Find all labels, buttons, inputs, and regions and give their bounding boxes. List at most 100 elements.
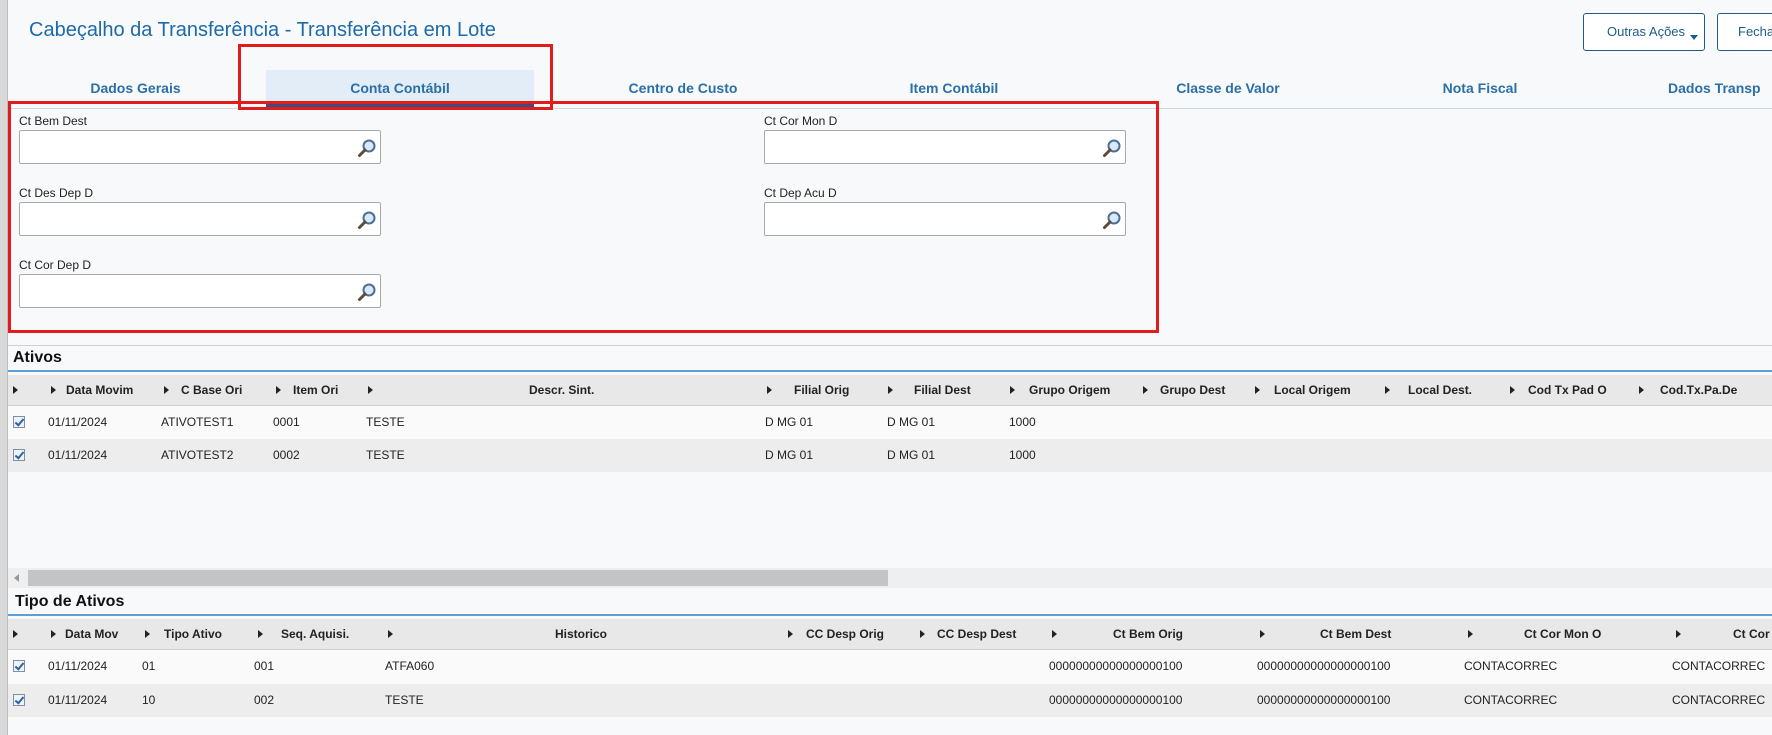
col-header[interactable]: Historico — [555, 619, 607, 649]
column-menu-icon[interactable] — [1052, 630, 1057, 638]
col-header[interactable]: Ct Cor Mon O — [1524, 619, 1601, 649]
cell-data-mov: 01/11/2024 — [48, 693, 108, 707]
cell-ct-bem-dest: 00000000000000000100 — [1257, 693, 1391, 707]
column-menu-icon[interactable] — [1468, 630, 1473, 638]
cell-filial-orig: D MG 01 — [765, 415, 814, 429]
scrollbar-thumb[interactable] — [28, 570, 888, 586]
cell-item-ori: 0001 — [273, 415, 300, 429]
search-icon[interactable] — [1102, 138, 1122, 158]
ct-des-dep-d-label: Ct Des Dep D — [19, 186, 94, 200]
cell-grupo-origem: 1000 — [1009, 448, 1036, 462]
search-icon[interactable] — [357, 210, 377, 230]
row-checkbox[interactable] — [13, 449, 25, 461]
ct-cor-mon-d-field[interactable] — [764, 130, 1126, 164]
col-header[interactable]: Data Movim — [66, 375, 133, 405]
row-checkbox[interactable] — [13, 694, 25, 706]
row-checkbox[interactable] — [13, 416, 25, 428]
search-icon[interactable] — [357, 138, 377, 158]
cell-c-base-ori: ATIVOTEST2 — [161, 448, 234, 462]
tipo-ativos-grid-header: Data Mov Tipo Ativo Seq. Aquisi. Histori… — [8, 619, 1772, 650]
col-header[interactable]: CC Desp Orig — [806, 619, 884, 649]
column-menu-icon[interactable] — [1260, 630, 1265, 638]
tab-nota-fiscal[interactable]: Nota Fiscal — [1380, 70, 1580, 106]
cell-descr-sint: TESTE — [366, 448, 405, 462]
cell-filial-dest: D MG 01 — [887, 415, 936, 429]
col-header[interactable]: Item Ori — [293, 375, 338, 405]
table-row[interactable]: 01/11/2024 ATIVOTEST1 0001 TESTE D MG 01… — [8, 406, 1772, 439]
cell-ct-bem-orig: 00000000000000000100 — [1049, 659, 1183, 673]
column-menu-icon[interactable] — [13, 630, 18, 638]
col-header[interactable]: Local Origem — [1274, 375, 1351, 405]
ct-dep-acu-d-field[interactable] — [764, 202, 1126, 236]
cell-data-movim: 01/11/2024 — [48, 415, 108, 429]
search-icon[interactable] — [1102, 210, 1122, 230]
col-header[interactable]: Cod Tx Pad O — [1528, 375, 1607, 405]
column-menu-icon[interactable] — [1143, 386, 1148, 394]
column-menu-icon[interactable] — [788, 630, 793, 638]
cell-ct-cor-mon-o: CONTACORREC — [1464, 693, 1558, 707]
ct-cor-dep-d-input[interactable] — [24, 275, 348, 307]
search-icon[interactable] — [357, 282, 377, 302]
column-menu-icon[interactable] — [1639, 386, 1644, 394]
cell-descr-sint: TESTE — [366, 415, 405, 429]
outras-acoes-button[interactable]: Outras Ações — [1583, 13, 1705, 51]
ct-bem-dest-input[interactable] — [24, 131, 348, 163]
col-header[interactable]: CC Desp Dest — [937, 619, 1016, 649]
ativos-grid-header: Data Movim C Base Ori Item Ori Descr. Si… — [8, 375, 1772, 406]
ct-dep-acu-d-label: Ct Dep Acu D — [764, 186, 837, 200]
scroll-left-icon[interactable] — [14, 574, 19, 582]
col-header[interactable]: Ct Cor — [1733, 619, 1770, 649]
ct-bem-dest-field[interactable] — [19, 130, 381, 164]
col-header[interactable]: Filial Dest — [914, 375, 971, 405]
column-menu-icon[interactable] — [258, 630, 263, 638]
table-row[interactable]: 01/11/2024 01 001 ATFA060 00000000000000… — [8, 650, 1772, 683]
column-menu-icon[interactable] — [51, 386, 56, 394]
column-menu-icon[interactable] — [920, 630, 925, 638]
row-checkbox[interactable] — [13, 660, 25, 672]
col-header[interactable]: Grupo Dest — [1160, 375, 1225, 405]
column-menu-icon[interactable] — [276, 386, 281, 394]
column-menu-icon[interactable] — [51, 630, 56, 638]
col-header[interactable]: Ct Bem Orig — [1113, 619, 1183, 649]
divider — [8, 345, 1772, 346]
tab-dados-transp[interactable]: Dados Transp — [1668, 70, 1772, 106]
cell-seq-aquisi: 002 — [254, 693, 275, 707]
col-header[interactable]: Ct Bem Dest — [1320, 619, 1391, 649]
ct-dep-acu-d-input[interactable] — [769, 203, 1093, 235]
col-header[interactable]: Data Mov — [65, 619, 118, 649]
tipo-ativos-title-underline — [8, 614, 1772, 616]
ct-cor-mon-d-input[interactable] — [769, 131, 1093, 163]
col-header[interactable]: Local Dest. — [1408, 375, 1472, 405]
column-menu-icon[interactable] — [13, 386, 18, 394]
col-header[interactable]: Filial Orig — [794, 375, 849, 405]
ct-des-dep-d-input[interactable] — [24, 203, 348, 235]
column-menu-icon[interactable] — [1255, 386, 1260, 394]
col-header[interactable]: Seq. Aquisi. — [281, 619, 349, 649]
ct-des-dep-d-field[interactable] — [19, 202, 381, 236]
outras-acoes-label: Outras Ações — [1607, 24, 1686, 39]
cell-historico: ATFA060 — [385, 659, 435, 673]
column-menu-icon[interactable] — [767, 386, 772, 394]
col-header[interactable]: Cod.Tx.Pa.De — [1660, 375, 1737, 405]
cell-grupo-origem: 1000 — [1009, 415, 1036, 429]
horizontal-scrollbar[interactable] — [8, 568, 1772, 588]
column-menu-icon[interactable] — [1510, 386, 1515, 394]
column-menu-icon[interactable] — [145, 630, 150, 638]
column-menu-icon[interactable] — [1676, 630, 1681, 638]
col-header[interactable]: Tipo Ativo — [164, 619, 222, 649]
ct-cor-dep-d-field[interactable] — [19, 274, 381, 308]
column-menu-icon[interactable] — [164, 386, 169, 394]
column-menu-icon[interactable] — [1010, 386, 1015, 394]
col-header[interactable]: Descr. Sint. — [529, 375, 594, 405]
col-header[interactable]: Grupo Origem — [1029, 375, 1110, 405]
table-row[interactable]: 01/11/2024 10 002 TESTE 0000000000000000… — [8, 684, 1772, 717]
column-menu-icon[interactable] — [1385, 386, 1390, 394]
column-menu-icon[interactable] — [888, 386, 893, 394]
table-row[interactable]: 01/11/2024 ATIVOTEST2 0002 TESTE D MG 01… — [8, 439, 1772, 472]
column-menu-icon[interactable] — [388, 630, 393, 638]
chevron-down-icon — [1690, 35, 1698, 40]
cell-c-base-ori: ATIVOTEST1 — [161, 415, 234, 429]
col-header[interactable]: C Base Ori — [181, 375, 242, 405]
fechar-button[interactable]: Fechar — [1717, 13, 1772, 51]
column-menu-icon[interactable] — [368, 386, 373, 394]
